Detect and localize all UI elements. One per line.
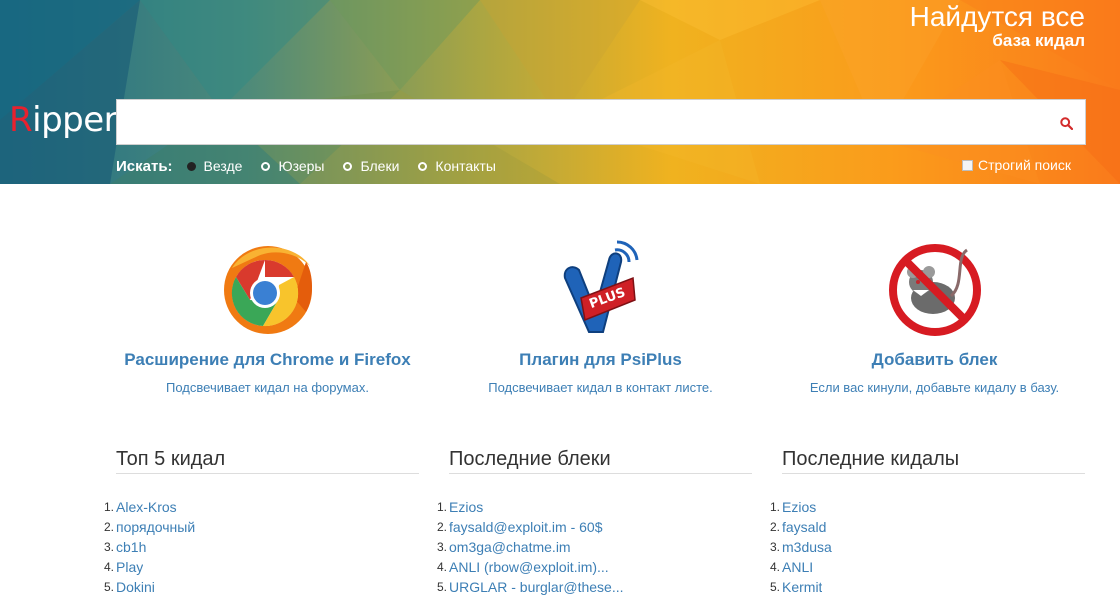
radio-icon (343, 161, 353, 171)
logo[interactable]: Ripper (9, 100, 118, 140)
feature-description: Подсвечивает кидал на форумах. (166, 380, 369, 395)
feature-extension: Расширение для Chrome и Firefox Подсвечи… (101, 235, 434, 397)
header: Ripper Найдутся все база кидал Искать: В… (0, 0, 1120, 184)
list-link[interactable]: m3dusa (782, 537, 832, 557)
search-filters: Искать: Везде Юзеры Блеки Контакты (116, 157, 515, 175)
strict-search-label: Строгий поиск (977, 157, 1071, 173)
add-black-link[interactable]: Добавить блек (768, 349, 1101, 371)
list-number: 2. (436, 520, 447, 534)
top-scammers-list: Топ 5 кидал 1. Alex-Kros 2. порядочный 3. c… (104, 446, 419, 597)
filter-everywhere[interactable]: Везде (186, 158, 243, 174)
no-rat-icon[interactable] (885, 238, 985, 338)
list: 1. Alex-Kros 2. порядочный 3. cb1h 4. Play 5… (104, 497, 419, 597)
list-item: 1. Ezios (437, 497, 752, 517)
list: 1. Ezios 2. faysald@exploit.im - 60$ 3. om3… (437, 497, 752, 597)
list-number: 4. (436, 560, 447, 574)
list-number: 5. (769, 580, 780, 594)
list-item: 3. cb1h (104, 537, 419, 557)
feature-psiplus: PLUS Плагин для PsiPlus Подсвечивает кид… (434, 235, 767, 397)
list-item: 2. порядочный (104, 517, 419, 537)
list-title: Последние блеки (449, 446, 752, 474)
filter-label: Контакты (435, 158, 496, 174)
list-item: 3. om3ga@chatme.im (437, 537, 752, 557)
list-item: 1. Ezios (770, 497, 1085, 517)
filter-contacts[interactable]: Контакты (418, 158, 496, 174)
list-number: 4. (103, 560, 114, 574)
search-icon (1059, 116, 1073, 130)
list-link[interactable]: faysald (782, 517, 826, 537)
list-link[interactable]: URGLAR - burglar@these... (449, 577, 624, 597)
psiplus-link[interactable]: Плагин для PsiPlus (434, 349, 767, 371)
filter-users[interactable]: Юзеры (261, 158, 324, 174)
list-number: 1. (103, 500, 114, 514)
radio-icon (418, 161, 428, 171)
tagline-title: Найдутся все (909, 1, 1085, 32)
feature-icon-wrap (768, 235, 1101, 340)
list-link[interactable]: Ezios (782, 497, 816, 517)
list-item: 4. ANLI (770, 557, 1085, 577)
list-link[interactable]: cb1h (116, 537, 146, 557)
radio-checked-icon (186, 161, 196, 171)
feature-icon-wrap: PLUS (434, 235, 767, 340)
list-number: 4. (769, 560, 780, 574)
list-link[interactable]: faysald@exploit.im - 60$ (449, 517, 603, 537)
list-number: 2. (103, 520, 114, 534)
list-item: 1. Alex-Kros (104, 497, 419, 517)
list-link[interactable]: ANLI (rbow@exploit.im)... (449, 557, 609, 577)
strict-search-toggle[interactable]: Строгий поиск (961, 157, 1071, 173)
logo-text: ipper (32, 100, 118, 140)
feature-icon-wrap (101, 235, 434, 340)
filter-label: Блеки (360, 158, 400, 174)
filter-blacks[interactable]: Блеки (343, 158, 399, 174)
list-item: 2. faysald (770, 517, 1085, 537)
list-number: 3. (769, 540, 780, 554)
checkbox-icon[interactable] (961, 159, 973, 171)
list-number: 1. (769, 500, 780, 514)
search-box (116, 99, 1086, 145)
psiplus-icon[interactable]: PLUS (551, 238, 651, 338)
list-number: 1. (436, 500, 447, 514)
latest-scammers-list: Последние кидалы 1. Ezios 2. faysald 3. m3d… (770, 446, 1085, 597)
feature-description: Если вас кинули, добавьте кидалу в базу. (809, 380, 1060, 395)
filter-label: Везде (203, 158, 243, 174)
list-number: 3. (436, 540, 447, 554)
list-link[interactable]: Alex-Kros (116, 497, 177, 517)
list-number: 3. (103, 540, 114, 554)
list-number: 5. (436, 580, 447, 594)
radio-icon (261, 161, 271, 171)
filter-label: Юзеры (278, 158, 325, 174)
list-link[interactable]: Play (116, 557, 143, 577)
list-item: 2. faysald@exploit.im - 60$ (437, 517, 752, 537)
list-link[interactable]: Ezios (449, 497, 483, 517)
list-title: Последние кидалы (782, 446, 1085, 474)
list-item: 3. m3dusa (770, 537, 1085, 557)
search-button[interactable] (1053, 110, 1079, 136)
logo-initial: R (9, 100, 33, 140)
list-item: 4. Play (104, 557, 419, 577)
list-item: 5. Dokini (104, 577, 419, 597)
search-input[interactable] (117, 100, 1037, 144)
filters-label: Искать: (116, 157, 173, 175)
list-title: Топ 5 кидал (116, 446, 419, 474)
feature-description: Подсвечивает кидал в контакт листе. (488, 380, 713, 395)
tagline: Найдутся все база кидал (910, 0, 1085, 51)
list-link[interactable]: om3ga@chatme.im (449, 537, 571, 557)
tagline-subtitle: база кидал (992, 31, 1085, 50)
feature-add-black: Добавить блек Если вас кинули, добавьте … (768, 235, 1101, 397)
list-link[interactable]: ANLI (782, 557, 813, 577)
list-item: 4. ANLI (rbow@exploit.im)... (437, 557, 752, 577)
list-link[interactable]: Kermit (782, 577, 822, 597)
extension-link[interactable]: Расширение для Chrome и Firefox (101, 349, 434, 371)
list-link[interactable]: Dokini (116, 577, 155, 597)
list-number: 2. (769, 520, 780, 534)
list-item: 5. URGLAR - burglar@these... (437, 577, 752, 597)
list-item: 5. Kermit (770, 577, 1085, 597)
list: 1. Ezios 2. faysald 3. m3dusa 4. ANLI 5. Kerm… (770, 497, 1085, 597)
latest-blacks-list: Последние блеки 1. Ezios 2. faysald@exploi… (437, 446, 752, 597)
list-number: 5. (103, 580, 114, 594)
list-link[interactable]: порядочный (116, 517, 195, 537)
chrome-firefox-icon[interactable] (218, 238, 318, 338)
